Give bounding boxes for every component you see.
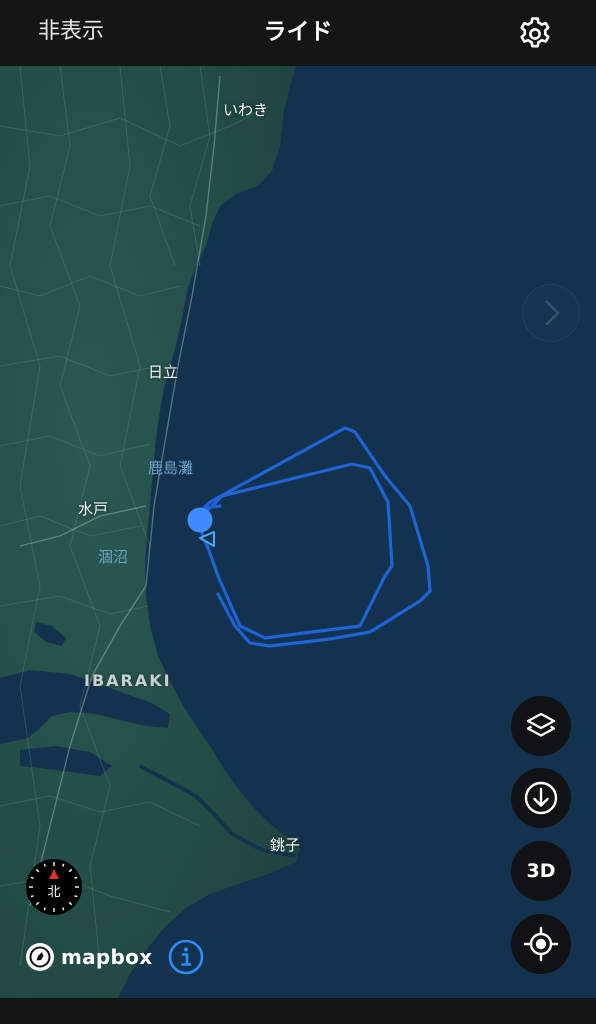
info-icon — [168, 939, 204, 975]
ride-map-screen: 非表示 ライド いわき 日立 鹿島灘 水戸 涸沼 IBARAKI 銚子 3D 北… — [0, 0, 596, 1024]
map-label-iwaki: いわき — [223, 101, 269, 119]
mapbox-logo[interactable]: mapbox — [25, 942, 152, 972]
map-label-hinuma: 涸沼 — [98, 548, 129, 566]
mapbox-wordmark: mapbox — [61, 945, 153, 969]
attribution-info-button[interactable] — [167, 938, 205, 976]
map-label-kashimanada: 鹿島灘 — [148, 459, 194, 477]
map-label-choshi: 銚子 — [270, 836, 301, 854]
layers-button[interactable] — [511, 696, 571, 756]
current-position-marker — [187, 507, 213, 533]
download-icon — [524, 781, 558, 815]
next-panel-button[interactable] — [522, 284, 580, 342]
locate-icon — [523, 926, 559, 962]
map-label-hitachi: 日立 — [148, 363, 179, 381]
top-bar: 非表示 ライド — [0, 0, 596, 66]
map-label-mito: 水戸 — [78, 500, 109, 518]
page-title: ライド — [263, 19, 333, 45]
compass-icon: 北 — [26, 859, 82, 915]
layers-icon — [526, 712, 556, 737]
download-button[interactable] — [511, 768, 571, 828]
mapbox-logo-icon — [26, 943, 54, 971]
settings-button[interactable] — [513, 12, 557, 56]
bottom-bar — [0, 998, 596, 1024]
compass-north-label: 北 — [47, 885, 60, 900]
locate-button[interactable] — [511, 914, 571, 974]
3d-toggle-button[interactable]: 3D — [511, 841, 571, 901]
gear-icon — [520, 17, 550, 48]
map-view[interactable]: いわき 日立 鹿島灘 水戸 涸沼 IBARAKI 銚子 3D 北 mapbox — [0, 66, 596, 998]
chevron-right-icon — [545, 300, 560, 326]
map-label-ibaraki: IBARAKI — [84, 671, 172, 690]
map-canvas — [0, 66, 596, 998]
compass[interactable]: 北 — [25, 858, 83, 916]
